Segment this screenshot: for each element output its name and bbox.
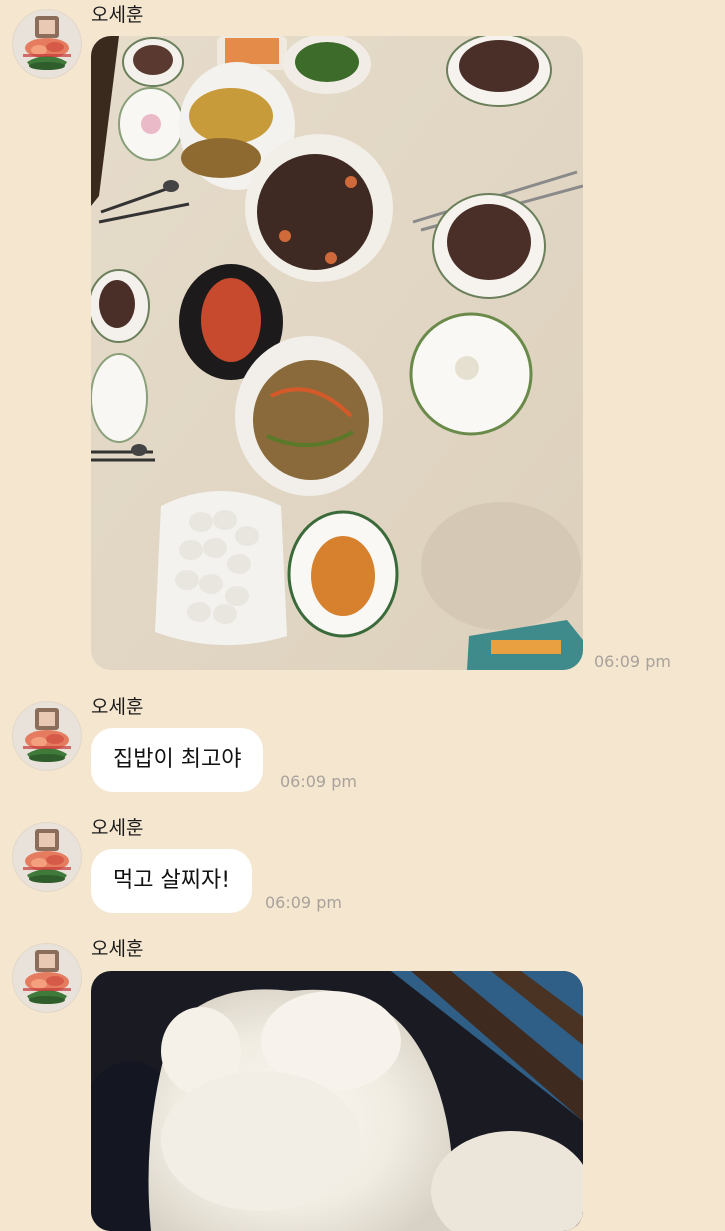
- avatar-image: [13, 944, 81, 1012]
- message-bubble[interactable]: 먹고 살찌자!: [91, 849, 253, 913]
- avatar-image: [13, 10, 81, 78]
- message-1: 오세훈 06:09 pm: [0, 0, 725, 680]
- message-2: 오세훈 집밥이 최고야 06:09 pm: [0, 694, 725, 804]
- sender-name: 오세훈: [91, 4, 144, 26]
- avatar-image: [13, 702, 81, 770]
- sender-avatar[interactable]: [13, 944, 81, 1012]
- message-4: 오세훈: [0, 936, 725, 1231]
- food-photo[interactable]: [91, 36, 583, 670]
- message-time: 06:09 pm: [594, 652, 671, 671]
- sender-avatar[interactable]: [13, 702, 81, 770]
- sender-name: 오세훈: [91, 696, 144, 718]
- avatar-image: [13, 823, 81, 891]
- food-photo-image: [91, 36, 583, 670]
- sender-avatar[interactable]: [13, 823, 81, 891]
- message-bubble[interactable]: 집밥이 최고야: [91, 728, 264, 792]
- sender-name: 오세훈: [91, 817, 144, 839]
- message-time: 06:09 pm: [265, 893, 342, 912]
- sender-name: 오세훈: [91, 938, 144, 960]
- dog-photo[interactable]: [91, 971, 583, 1231]
- dog-photo-image: [91, 971, 583, 1231]
- message-time: 06:09 pm: [280, 772, 357, 791]
- message-3: 오세훈 먹고 살찌자! 06:09 pm: [0, 815, 725, 925]
- sender-avatar[interactable]: [13, 10, 81, 78]
